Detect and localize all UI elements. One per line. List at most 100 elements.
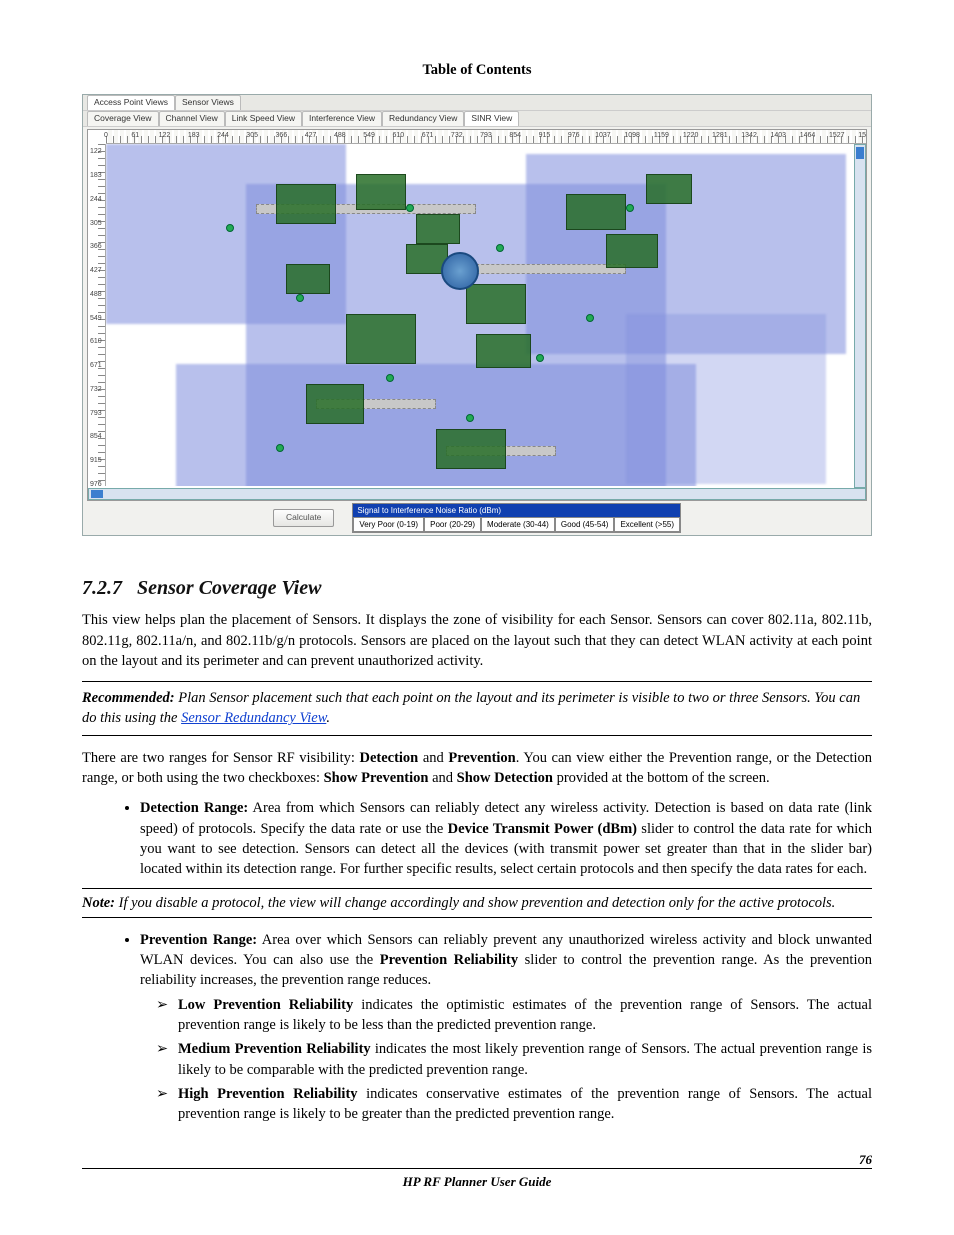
ruler-v-tick: 366 [90, 242, 102, 252]
para-ranges: There are two ranges for Sensor RF visib… [82, 748, 872, 789]
sub-low-reliability: Low Prevention Reliability indicates the… [178, 995, 872, 1036]
ruler-h-tick: 732 [451, 131, 463, 141]
tab-sinr-view[interactable]: SINR View [464, 111, 519, 126]
recommended-lead: Recommended: [82, 690, 175, 706]
ruler-h-tick: 1220 [683, 131, 699, 141]
tab-link-speed-view[interactable]: Link Speed View [225, 111, 302, 126]
prevention-range-label: Prevention Range: [140, 932, 257, 948]
tab-channel-view[interactable]: Channel View [159, 111, 225, 126]
detection-range-label: Detection Range: [140, 800, 248, 816]
section-title: Sensor Coverage View [137, 577, 321, 599]
prevention-list: Prevention Range: Area over which Sensor… [82, 930, 872, 1125]
tab-access-point-views[interactable]: Access Point Views [87, 95, 175, 110]
ruler-h-tick: 183 [188, 131, 200, 141]
ruler-h-tick: 488 [334, 131, 346, 141]
page-footer: 76 HP RF Planner User Guide [82, 1168, 872, 1191]
ruler-h-tick: 976 [568, 131, 580, 141]
ruler-h-tick: 305 [246, 131, 258, 141]
ruler-v-tick: 854 [90, 432, 102, 442]
note-body: If you disable a protocol, the view will… [115, 895, 835, 911]
ruler-h-tick: 1342 [741, 131, 757, 141]
ruler-h-tick: 1098 [624, 131, 640, 141]
sub-high-reliability: High Prevention Reliability indicates co… [178, 1084, 872, 1125]
ruler-h-tick: 671 [422, 131, 434, 141]
ruler-v-tick: 610 [90, 337, 102, 347]
sub-medium-reliability: Medium Prevention Reliability indicates … [178, 1039, 872, 1080]
map-bottom-bar: Calculate Signal to Interference Noise R… [87, 505, 867, 531]
ruler-h-tick: 427 [305, 131, 317, 141]
ruler-h-tick: 1403 [771, 131, 787, 141]
ruler-v-tick: 427 [90, 266, 102, 276]
section-number: 7.2.7 [82, 577, 122, 599]
tab-interference-view[interactable]: Interference View [302, 111, 382, 126]
tab-coverage-view[interactable]: Coverage View [87, 111, 159, 126]
term-prevention-reliability: Prevention Reliability [380, 952, 518, 968]
ruler-h-tick: 366 [276, 131, 288, 141]
reliability-sublist: Low Prevention Reliability indicates the… [140, 995, 872, 1125]
ruler-h-tick: 854 [509, 131, 521, 141]
legend-title: Signal to Interference Noise Ratio (dBm) [353, 504, 680, 517]
calculate-button[interactable]: Calculate [273, 509, 334, 527]
ruler-h-tick: 549 [363, 131, 375, 141]
toc-header: Table of Contents [82, 60, 872, 80]
tab-sensor-views[interactable]: Sensor Views [175, 95, 241, 110]
bullet-prevention-range: Prevention Range: Area over which Sensor… [140, 930, 872, 1125]
p2-and: and [418, 750, 448, 766]
ruler-h-tick: 0 [104, 131, 108, 141]
term-prevention: Prevention [448, 750, 515, 766]
legend-moderate: Moderate (30-44) [481, 517, 555, 532]
term-detection: Detection [359, 750, 418, 766]
legend-excellent: Excellent (>55) [614, 517, 680, 532]
ruler-h-tick: 1159 [654, 131, 669, 141]
ruler-h-tick: 1281 [712, 131, 728, 141]
p2-a: There are two ranges for Sensor RF visib… [82, 750, 359, 766]
sinr-legend: Signal to Interference Noise Ratio (dBm)… [352, 503, 681, 533]
scrollbar-horizontal[interactable] [88, 488, 866, 500]
recommended-body-b: . [326, 710, 330, 726]
inner-tabs: Coverage View Channel View Link Speed Vi… [83, 111, 871, 127]
term-device-transmit-power: Device Transmit Power (dBm) [448, 821, 637, 837]
ruler-h-tick: 61 [131, 131, 139, 141]
ruler-h-tick: 610 [392, 131, 404, 141]
note-lead: Note: [82, 895, 115, 911]
section-heading: 7.2.7 Sensor Coverage View [82, 574, 872, 602]
ruler-v-tick: 183 [90, 171, 102, 181]
bullet-detection-range: Detection Range: Area from which Sensors… [140, 798, 872, 879]
ruler-v-tick: 488 [90, 290, 102, 300]
ruler-v-tick: 915 [90, 456, 102, 466]
sensor-redundancy-view-link[interactable]: Sensor Redundancy View [181, 710, 326, 726]
map-canvas[interactable] [106, 144, 852, 486]
legend-poor: Poor (20-29) [424, 517, 481, 532]
ruler-v-tick: 793 [90, 409, 102, 419]
legend-good: Good (45-54) [555, 517, 615, 532]
ruler-h-tick: 793 [480, 131, 492, 141]
para-intro: This view helps plan the placement of Se… [82, 610, 872, 671]
term-show-prevention: Show Prevention [324, 770, 429, 786]
p2-c: provided at the bottom of the screen. [553, 770, 770, 786]
recommended-callout: Recommended: Plan Sensor placement such … [82, 681, 872, 736]
ruler-vertical: 1221832443053664274885496106717327938549… [88, 144, 106, 486]
ruler-h-tick: 1464 [800, 131, 816, 141]
ruler-v-tick: 549 [90, 314, 102, 324]
footer-doc-title: HP RF Planner User Guide [82, 1173, 872, 1191]
app-window: Access Point Views Sensor Views Coverage… [82, 94, 872, 536]
outer-tabs: Access Point Views Sensor Views [83, 95, 871, 111]
low-reliability-label: Low Prevention Reliability [178, 997, 353, 1013]
scrollbar-vertical[interactable] [854, 144, 866, 488]
ruler-h-tick: 915 [539, 131, 551, 141]
ruler-v-tick: 244 [90, 195, 102, 205]
ruler-h-tick: 1527 [829, 131, 845, 141]
ruler-h-tick: 1037 [595, 131, 611, 141]
term-show-detection: Show Detection [457, 770, 553, 786]
legend-very-poor: Very Poor (0-19) [353, 517, 424, 532]
medium-reliability-label: Medium Prevention Reliability [178, 1041, 371, 1057]
page-number: 76 [859, 1151, 872, 1169]
detection-list: Detection Range: Area from which Sensors… [82, 798, 872, 879]
p2-and2: and [428, 770, 456, 786]
ruler-v-tick: 305 [90, 219, 102, 229]
tab-redundancy-view[interactable]: Redundancy View [382, 111, 464, 126]
ruler-horizontal: 0611221832443053664274885496106717327938… [106, 130, 866, 144]
ruler-h-tick: 244 [217, 131, 229, 141]
ruler-v-tick: 122 [90, 147, 102, 157]
note-callout: Note: If you disable a protocol, the vie… [82, 888, 872, 918]
